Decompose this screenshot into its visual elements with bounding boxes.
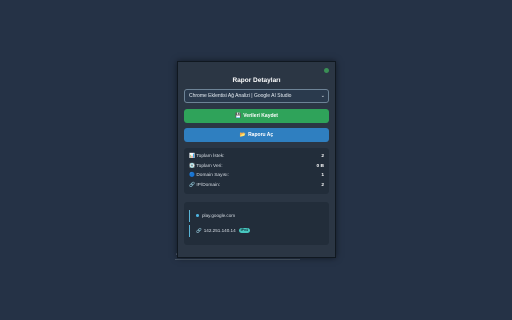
- stat-total-data: 💽 Toplam Veri: 0 B: [189, 162, 324, 171]
- stats-panel: 📊 Toplam İstek: 2 💽 Toplam Veri: 0 B 🔵 D…: [184, 148, 329, 194]
- stat-value: 2: [321, 154, 324, 159]
- stat-value: 2: [321, 182, 324, 188]
- stat-label: Toplam İstek:: [196, 154, 225, 159]
- stat-total-requests: 📊 Toplam İstek: 2: [189, 152, 324, 161]
- stat-label: Toplam Veri:: [196, 163, 223, 169]
- extension-popup: Rapor Detayları Chrome Eklentisi Ağ Anal…: [177, 61, 336, 258]
- domain-entry[interactable]: play.google.com: [189, 210, 325, 222]
- bar-chart-icon: 📊: [189, 154, 195, 159]
- link-icon: 🔗: [196, 228, 202, 233]
- ip-version-badge: IPv4: [238, 228, 250, 234]
- popup-title: Rapor Detayları: [232, 77, 281, 84]
- domain-dot-icon: [196, 214, 199, 218]
- session-select[interactable]: Chrome Eklentisi Ağ Analizi | Google AI …: [184, 89, 329, 103]
- ip-address: 142.251.140.14: [203, 228, 236, 233]
- domain-name: play.google.com: [202, 213, 236, 218]
- stat-label: Domain Sayısı:: [196, 173, 229, 178]
- save-data-label: Verileri Kaydet: [243, 113, 278, 119]
- folder-icon: 📂: [239, 132, 247, 138]
- status-indicator-icon: [324, 68, 329, 73]
- stat-value: 1: [321, 173, 324, 178]
- chevron-down-icon: ⌄: [320, 93, 325, 99]
- blue-circle-icon: 🔵: [189, 173, 195, 178]
- stat-ip-domain: 🔗 IP/Domain: 2: [189, 181, 324, 190]
- open-report-label: Raporu Aç: [248, 132, 274, 138]
- stat-label: IP/Domain:: [196, 182, 221, 188]
- domain-list-panel: play.google.com 🔗 142.251.140.14 IPv4: [184, 202, 329, 245]
- stat-value: 0 B: [316, 163, 324, 169]
- disk-icon: 💽: [189, 163, 195, 169]
- floppy-disk-icon: 💾: [235, 113, 242, 119]
- open-report-button[interactable]: 📂 Raporu Aç: [184, 128, 329, 142]
- stat-domain-count: 🔵 Domain Sayısı: 1: [189, 171, 324, 180]
- save-data-button[interactable]: 💾 Verileri Kaydet: [184, 109, 329, 123]
- ip-entry[interactable]: 🔗 142.251.140.14 IPv4: [189, 225, 325, 237]
- session-select-value: Chrome Eklentisi Ağ Analizi | Google AI …: [189, 93, 292, 99]
- link-icon: 🔗: [189, 182, 195, 188]
